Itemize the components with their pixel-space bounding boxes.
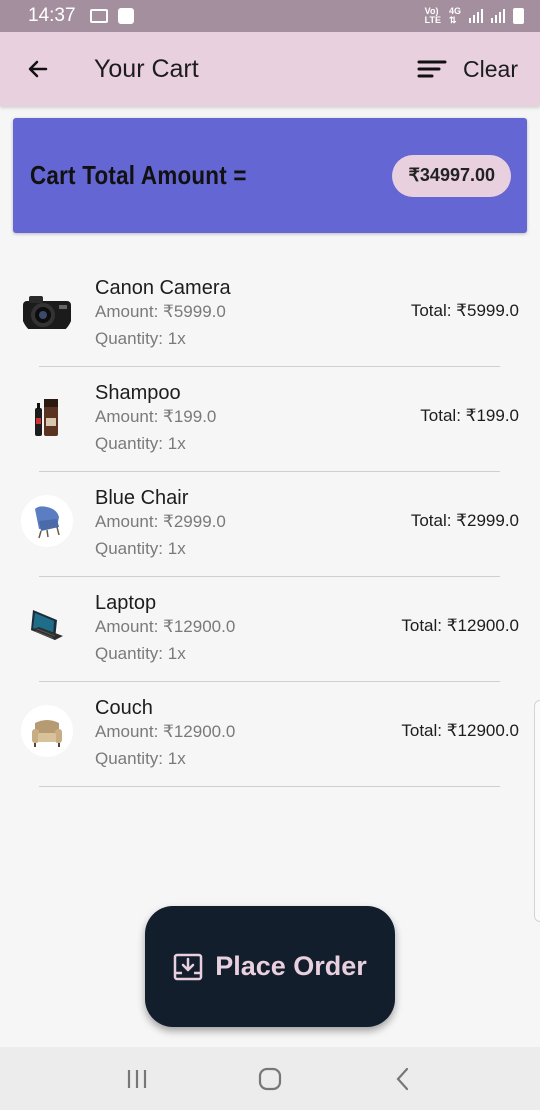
signal-icon-1 <box>469 9 483 23</box>
chair-icon <box>21 495 73 547</box>
back-button[interactable] <box>18 49 58 89</box>
cart-list: Canon Camera Amount: ₹5999.0 Quantity: 1… <box>0 262 540 787</box>
place-order-button[interactable]: Place Order <box>145 906 395 1027</box>
item-name: Shampoo <box>95 382 181 404</box>
item-amount: Amount: ₹5999.0 <box>95 302 226 321</box>
item-amount: Amount: ₹199.0 <box>95 407 217 426</box>
item-quantity: Quantity: 1x <box>95 539 186 558</box>
item-amount: Amount: ₹12900.0 <box>95 617 236 636</box>
status-bar: 14:37 Vo) LTE 4G ⇅ <box>0 0 540 32</box>
item-total: Total: ₹199.0 <box>420 406 519 425</box>
volte-icon: Vo) LTE <box>424 6 441 25</box>
item-total: Total: ₹12900.0 <box>401 721 519 740</box>
item-total: Total: ₹12900.0 <box>401 616 519 635</box>
app-bar: Your Cart Clear <box>0 32 540 106</box>
item-total: Total: ₹5999.0 <box>410 301 519 320</box>
shampoo-bottle-icon <box>21 390 73 442</box>
place-order-label: Place Order <box>215 951 367 981</box>
side-handle[interactable] <box>534 700 540 922</box>
item-quantity: Quantity: 1x <box>95 329 186 348</box>
status-right: Vo) LTE 4G ⇅ <box>425 7 524 25</box>
network-4g-icon: 4G ⇅ <box>448 6 461 25</box>
cart-item[interactable]: Laptop Amount: ₹12900.0 Quantity: 1x Tot… <box>0 577 540 682</box>
camera-icon <box>21 285 73 337</box>
item-quantity: Quantity: 1x <box>95 434 186 453</box>
system-back-button[interactable] <box>383 1059 423 1099</box>
divider <box>39 786 500 787</box>
signal-icon-2 <box>491 9 505 23</box>
item-quantity: Quantity: 1x <box>95 749 186 768</box>
cart-item[interactable]: Couch Amount: ₹12900.0 Quantity: 1x Tota… <box>0 682 540 787</box>
sort-lines-icon <box>417 60 447 78</box>
item-quantity: Quantity: 1x <box>95 644 186 663</box>
cart-total-amount: ₹34997.00 <box>392 154 511 197</box>
item-amount: Amount: ₹2999.0 <box>95 512 226 531</box>
item-amount: Amount: ₹12900.0 <box>95 722 236 741</box>
item-name: Couch <box>95 697 153 719</box>
system-nav-bar <box>0 1047 540 1110</box>
chevron-left-icon <box>396 1067 409 1090</box>
recents-button[interactable] <box>117 1059 157 1099</box>
item-name: Blue Chair <box>95 487 189 509</box>
clear-label: Clear <box>463 55 518 82</box>
gallery-notification-icon <box>89 9 108 23</box>
cart-item[interactable]: Shampoo Amount: ₹199.0 Quantity: 1x Tota… <box>0 367 540 472</box>
clear-cart-button[interactable]: Clear <box>417 56 518 83</box>
cart-item[interactable]: Blue Chair Amount: ₹2999.0 Quantity: 1x … <box>0 472 540 577</box>
cart-total-card: Cart Total Amount = ₹34997.00 <box>13 118 527 233</box>
cart-item[interactable]: Canon Camera Amount: ₹5999.0 Quantity: 1… <box>0 262 540 367</box>
back-arrow-icon <box>28 60 48 78</box>
download-tray-icon <box>173 953 203 980</box>
recents-icon <box>127 1069 146 1088</box>
status-time: 14:37 <box>28 5 76 26</box>
couch-icon <box>21 705 73 757</box>
home-button[interactable] <box>250 1059 290 1099</box>
battery-icon <box>513 8 524 24</box>
item-total: Total: ₹2999.0 <box>410 511 519 530</box>
cart-total-label: Cart Total Amount = <box>30 160 247 190</box>
laptop-icon <box>21 600 73 652</box>
item-name: Canon Camera <box>95 277 231 299</box>
item-name: Laptop <box>95 592 157 614</box>
home-icon <box>258 1067 282 1090</box>
wifi-notification-icon <box>117 8 134 24</box>
page-title: Your Cart <box>94 54 199 83</box>
